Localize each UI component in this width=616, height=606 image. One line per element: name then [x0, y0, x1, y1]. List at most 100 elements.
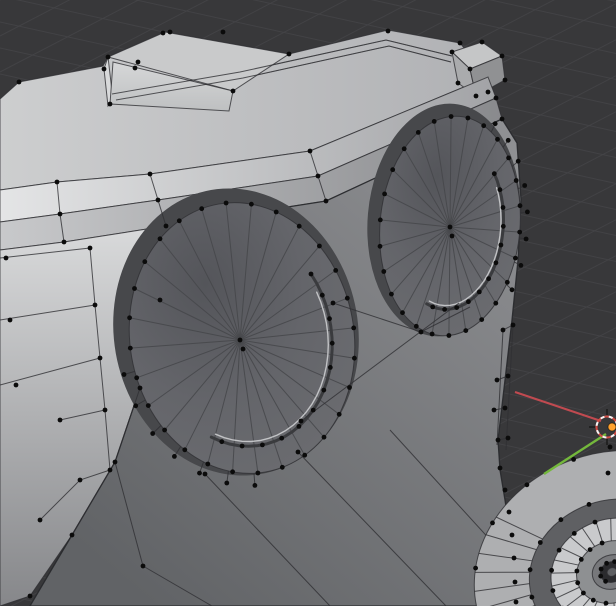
- vertex-dot[interactable]: [511, 555, 517, 561]
- vertex-dot[interactable]: [157, 297, 163, 303]
- vertex-dot[interactable]: [550, 588, 556, 593]
- vertex-dot[interactable]: [495, 437, 501, 443]
- vertex-dot[interactable]: [105, 54, 111, 60]
- viewport-canvas[interactable]: [0, 0, 616, 606]
- vertex-dot[interactable]: [510, 322, 516, 328]
- vertex-dot[interactable]: [513, 178, 519, 183]
- vertex-dot[interactable]: [491, 171, 497, 177]
- vertex-dot[interactable]: [491, 407, 497, 413]
- vertex-dot[interactable]: [479, 317, 485, 322]
- vertex-dot[interactable]: [344, 295, 350, 301]
- vertex-dot[interactable]: [142, 259, 148, 265]
- vertex-dot[interactable]: [205, 461, 211, 467]
- vertex-dot[interactable]: [140, 563, 146, 569]
- vertex-dot[interactable]: [239, 443, 245, 449]
- vertex-dot[interactable]: [61, 239, 67, 245]
- vertex-dot[interactable]: [490, 520, 495, 526]
- vertex-dot[interactable]: [252, 483, 258, 488]
- vertex-dot[interactable]: [327, 316, 332, 322]
- vertex-dot[interactable]: [485, 89, 491, 95]
- vertex-dot[interactable]: [295, 449, 301, 455]
- vertex-dot[interactable]: [145, 403, 151, 408]
- vertex-dot[interactable]: [133, 403, 139, 409]
- vertex-dot[interactable]: [279, 435, 285, 441]
- vertex-dot[interactable]: [466, 299, 471, 305]
- vertex-dot[interactable]: [302, 452, 308, 458]
- vertex-dot[interactable]: [473, 565, 478, 571]
- vertex-dot[interactable]: [586, 502, 592, 507]
- vertex-dot[interactable]: [587, 547, 593, 552]
- vertex-dot[interactable]: [182, 447, 188, 453]
- vertex-dot[interactable]: [523, 236, 529, 242]
- vertex-dot[interactable]: [418, 329, 424, 335]
- vertex-dot[interactable]: [121, 372, 127, 377]
- vertex-dot[interactable]: [447, 224, 453, 230]
- vertex-dot[interactable]: [401, 146, 407, 152]
- vertex-dot[interactable]: [13, 382, 19, 388]
- vertex-dot[interactable]: [604, 560, 609, 566]
- vertex-dot[interactable]: [155, 197, 161, 203]
- vertex-dot[interactable]: [385, 28, 391, 34]
- vertex-dot[interactable]: [524, 482, 530, 488]
- vertex-dot[interactable]: [413, 323, 419, 329]
- vertex-dot[interactable]: [495, 136, 500, 142]
- vertex-dot[interactable]: [347, 385, 352, 390]
- blender-3d-viewport[interactable]: [0, 0, 616, 606]
- vertex-dot[interactable]: [219, 439, 225, 445]
- vertex-dot[interactable]: [592, 519, 598, 525]
- vertex-dot[interactable]: [223, 200, 229, 206]
- vertex-dot[interactable]: [509, 532, 515, 538]
- origin-dot[interactable]: [607, 422, 616, 432]
- vertex-dot[interactable]: [578, 557, 584, 562]
- vertex-dot[interactable]: [296, 424, 302, 429]
- vertex-dot[interactable]: [442, 307, 447, 312]
- vertex-dot[interactable]: [249, 201, 254, 207]
- vertex-dot[interactable]: [69, 532, 75, 538]
- vertex-dot[interactable]: [102, 407, 108, 413]
- vertex-dot[interactable]: [319, 292, 325, 298]
- vertex-dot[interactable]: [509, 287, 515, 293]
- vertex-dot[interactable]: [493, 260, 499, 266]
- vertex-dot[interactable]: [517, 203, 523, 209]
- vertex-dot[interactable]: [581, 590, 586, 596]
- vertex-dot[interactable]: [457, 40, 463, 46]
- vertex-dot[interactable]: [479, 39, 485, 45]
- vertex-dot[interactable]: [132, 65, 138, 71]
- vertex-dot[interactable]: [197, 470, 202, 476]
- vertex-dot[interactable]: [92, 302, 98, 308]
- vertex-dot[interactable]: [556, 547, 562, 553]
- vertex-dot[interactable]: [467, 66, 473, 72]
- vertex-dot[interactable]: [321, 387, 327, 393]
- vertex-dot[interactable]: [463, 328, 469, 333]
- vertex-dot[interactable]: [505, 373, 511, 379]
- vertex-dot[interactable]: [298, 418, 304, 424]
- vertex-dot[interactable]: [522, 183, 528, 188]
- vertex-dot[interactable]: [37, 517, 43, 523]
- vertex-dot[interactable]: [502, 487, 508, 493]
- vertex-dot[interactable]: [307, 148, 313, 154]
- vertex-dot[interactable]: [167, 29, 173, 35]
- vertex-dot[interactable]: [549, 567, 554, 573]
- vertex-dot[interactable]: [476, 289, 482, 295]
- vertex-dot[interactable]: [502, 77, 508, 83]
- vertex-dot[interactable]: [273, 209, 279, 215]
- vertex-dot[interactable]: [455, 80, 461, 86]
- vertex-dot[interactable]: [605, 470, 611, 476]
- vertex-dot[interactable]: [492, 121, 498, 127]
- vertex-dot[interactable]: [97, 355, 103, 361]
- vertex-dot[interactable]: [163, 223, 169, 229]
- vertex-dot[interactable]: [500, 223, 506, 229]
- vertex-dot[interactable]: [286, 51, 292, 57]
- vertex-dot[interactable]: [147, 171, 153, 177]
- vertex-dot[interactable]: [598, 573, 604, 579]
- vertex-dot[interactable]: [323, 198, 329, 204]
- vertex-dot[interactable]: [481, 123, 487, 129]
- vertex-dot[interactable]: [574, 568, 580, 574]
- vertex-dot[interactable]: [493, 95, 499, 101]
- vertex-dot[interactable]: [157, 236, 163, 242]
- vertex-dot[interactable]: [107, 467, 113, 473]
- vertex-dot[interactable]: [505, 137, 511, 143]
- vertex-dot[interactable]: [518, 263, 524, 268]
- vertex-dot[interactable]: [506, 155, 511, 161]
- vertex-dot[interactable]: [57, 417, 63, 423]
